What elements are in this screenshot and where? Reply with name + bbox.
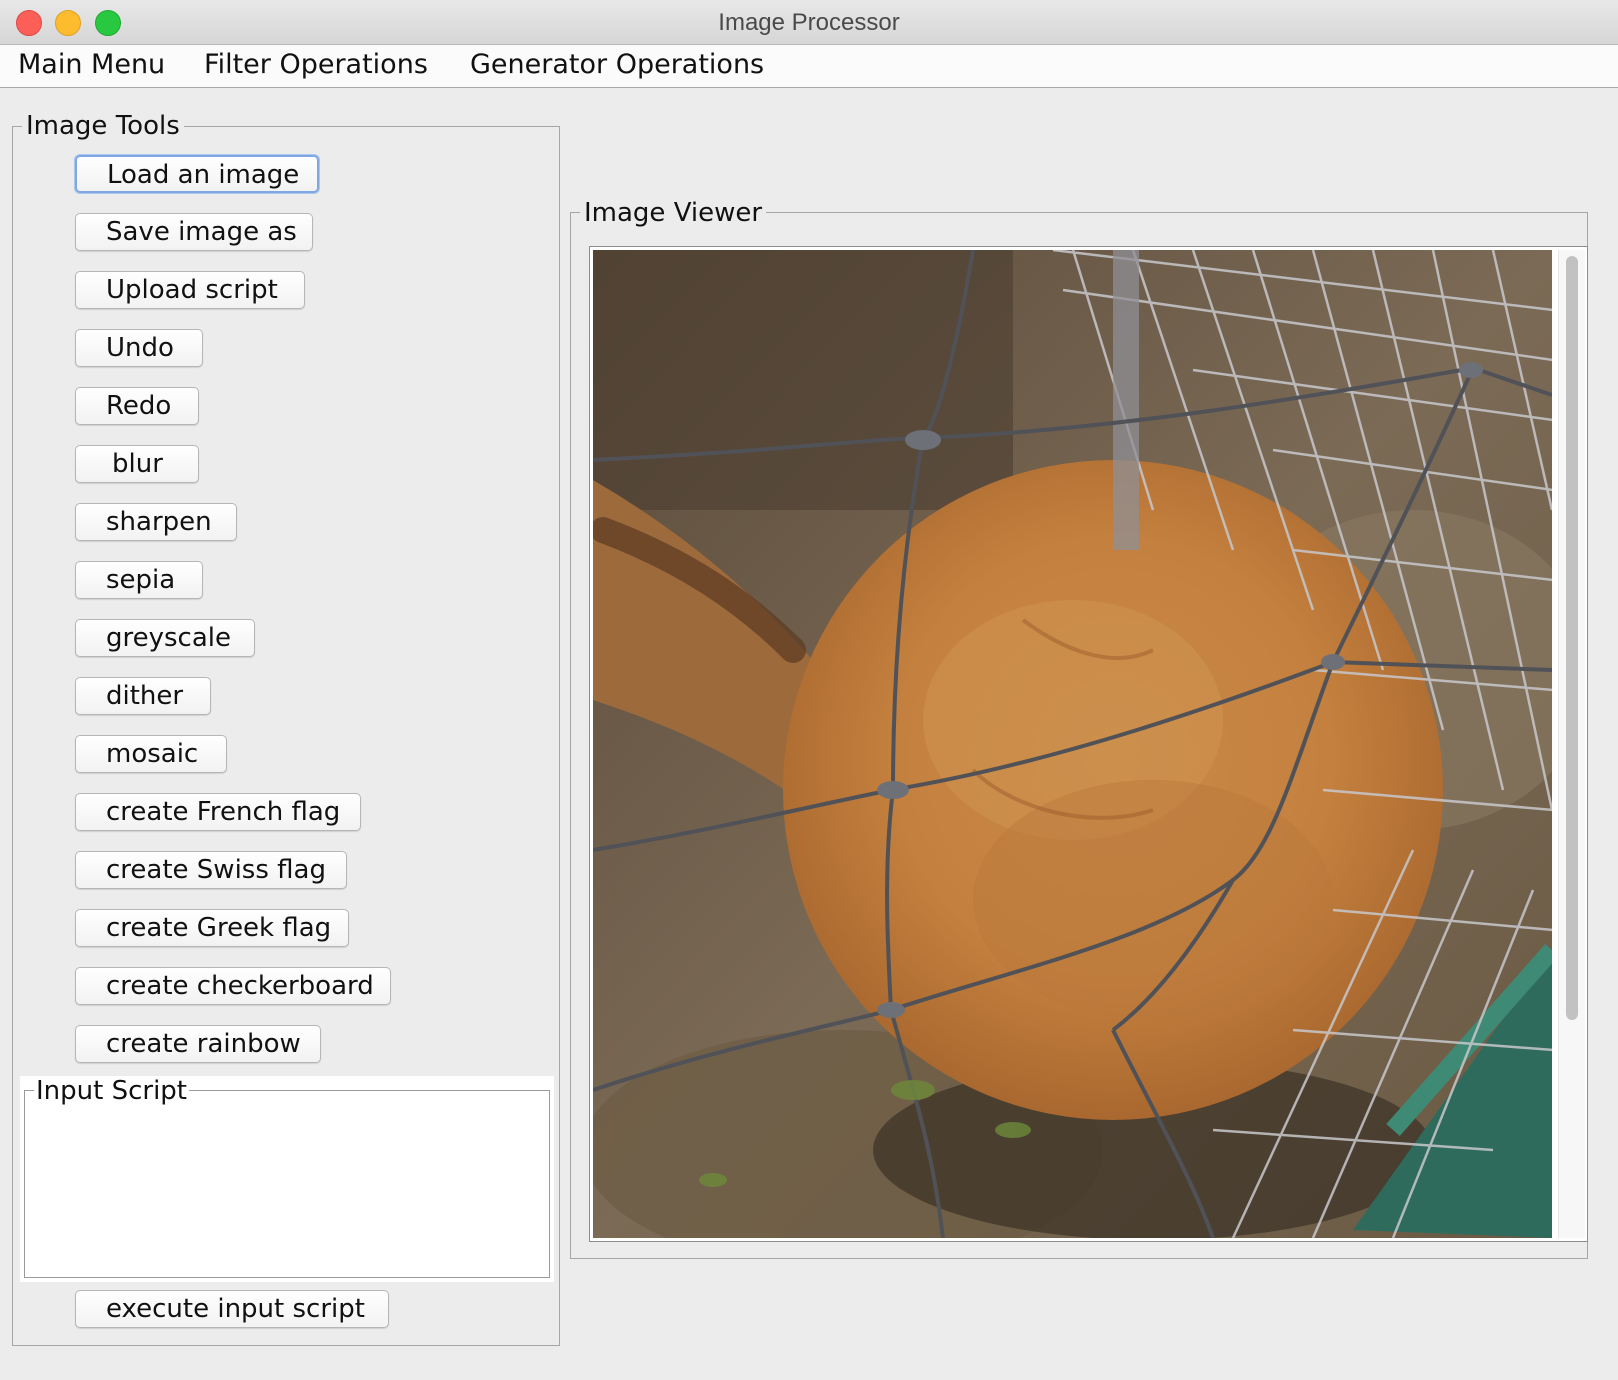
menu-filter-operations[interactable]: Filter Operations	[204, 49, 428, 80]
sepia-button[interactable]: sepia	[75, 561, 203, 599]
input-script-frame	[24, 1090, 550, 1278]
window-title: Image Processor	[718, 9, 900, 36]
upload-script-button[interactable]: Upload script	[75, 271, 305, 309]
input-script-label: Input Script	[34, 1076, 189, 1106]
save-image-as-button[interactable]: Save image as	[75, 213, 313, 251]
undo-button[interactable]: Undo	[75, 329, 203, 367]
dither-button[interactable]: dither	[75, 677, 211, 715]
input-script-panel: Input Script	[20, 1076, 554, 1282]
viewer-scrollbar[interactable]	[1558, 250, 1585, 1238]
create-greek-flag-button[interactable]: create Greek flag	[75, 909, 349, 947]
load-image-button[interactable]: Load an image	[75, 155, 319, 193]
menu-main-menu[interactable]: Main Menu	[18, 49, 165, 80]
title-bar: Image Processor	[0, 0, 1618, 45]
image-viewer-label: Image Viewer	[580, 198, 767, 228]
execute-input-script-button[interactable]: execute input script	[75, 1290, 389, 1328]
greyscale-button[interactable]: greyscale	[75, 619, 255, 657]
sharpen-button[interactable]: sharpen	[75, 503, 237, 541]
create-checkerboard-button[interactable]: create checkerboard	[75, 967, 391, 1005]
create-french-flag-button[interactable]: create French flag	[75, 793, 361, 831]
viewer-scrollbar-thumb[interactable]	[1566, 256, 1578, 1020]
mosaic-button[interactable]: mosaic	[75, 735, 227, 773]
image-tools-label: Image Tools	[22, 111, 184, 141]
create-rainbow-button[interactable]: create rainbow	[75, 1025, 321, 1063]
blur-button[interactable]: blur	[75, 445, 199, 483]
image-viewer-scrollpane[interactable]	[589, 246, 1588, 1242]
input-script-textarea[interactable]	[31, 1123, 545, 1275]
create-swiss-flag-button[interactable]: create Swiss flag	[75, 851, 347, 889]
menu-bar: Main Menu Filter Operations Generator Op…	[0, 45, 1618, 88]
loaded-image	[593, 250, 1552, 1238]
redo-button[interactable]: Redo	[75, 387, 199, 425]
menu-generator-operations[interactable]: Generator Operations	[470, 49, 764, 80]
